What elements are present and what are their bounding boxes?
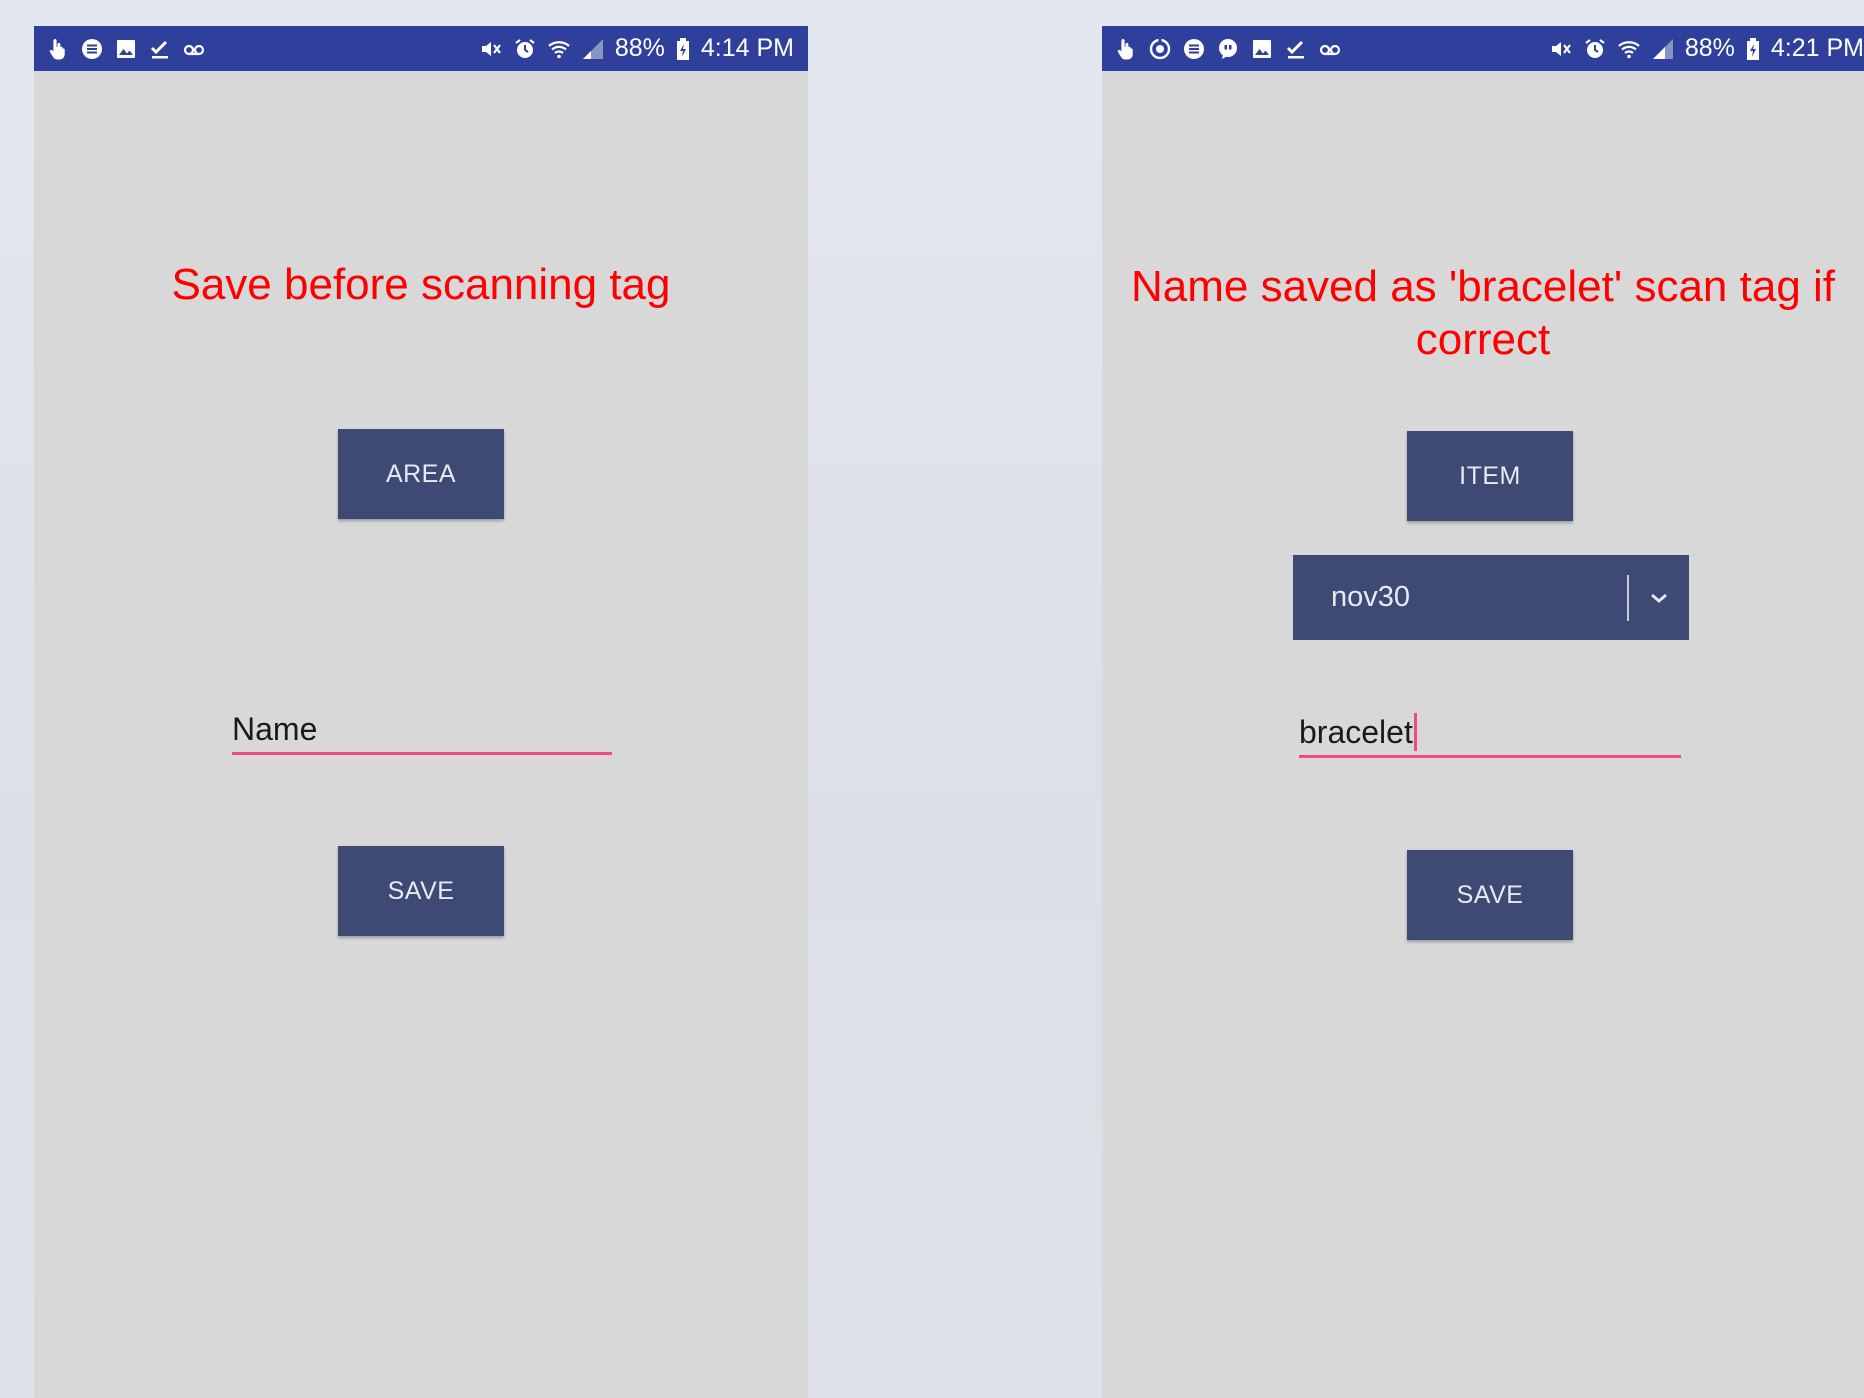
name-field-text: Name [232, 711, 318, 747]
wifi-icon [1617, 37, 1641, 61]
phone-screen-item: 88% 4:21 PM Name saved as 'bracelet' sca… [1102, 26, 1864, 1398]
sync-icon [1148, 37, 1172, 61]
signal-icon [1651, 37, 1675, 61]
save-button[interactable]: SAVE [338, 846, 504, 936]
battery-charging-icon [1745, 37, 1761, 61]
status-bar: 88% 4:21 PM [1102, 26, 1864, 71]
instruction-message: Save before scanning tag [171, 260, 671, 309]
clock: 4:14 PM [700, 34, 794, 62]
status-bar: 88% 4:14 PM [34, 26, 808, 71]
touch-hand-icon [1114, 37, 1138, 61]
item-button[interactable]: ITEM [1407, 431, 1573, 521]
name-field[interactable]: Name [232, 707, 612, 755]
checkmark-icon [148, 37, 172, 61]
clock: 4:21 PM [1770, 34, 1864, 62]
image-icon [114, 37, 138, 61]
save-button[interactable]: SAVE [1407, 850, 1573, 940]
chat-bubble-icon [1216, 37, 1240, 61]
notification-icons [1102, 37, 1342, 61]
touch-hand-icon [46, 37, 70, 61]
voicemail-icon [1318, 37, 1342, 61]
system-status: 88% 4:21 PM [1549, 34, 1864, 63]
message-icon [1182, 37, 1206, 61]
alarm-icon [1583, 37, 1607, 61]
battery-charging-icon [675, 37, 691, 61]
alarm-icon [513, 37, 537, 61]
battery-percent: 88% [1684, 34, 1735, 62]
mute-icon [1549, 37, 1573, 61]
dropdown-select[interactable]: nov30 [1293, 555, 1689, 640]
dropdown-selected-value: nov30 [1331, 581, 1411, 613]
signal-icon [581, 37, 605, 61]
text-cursor [1413, 713, 1417, 751]
wifi-icon [547, 37, 571, 61]
message-icon [80, 37, 104, 61]
system-status: 88% 4:14 PM [479, 34, 808, 63]
image-icon [1250, 37, 1274, 61]
checkmark-icon [1284, 37, 1308, 61]
voicemail-icon [182, 37, 206, 61]
chevron-down-icon[interactable] [1629, 555, 1689, 640]
name-field[interactable]: bracelet [1299, 710, 1681, 758]
name-field-text: bracelet [1299, 714, 1413, 750]
notification-icons [34, 37, 206, 61]
instruction-message: Name saved as 'bracelet' scan tag if cor… [1130, 262, 1836, 364]
battery-percent: 88% [614, 34, 665, 62]
area-button[interactable]: AREA [338, 429, 504, 519]
phone-screen-area: 88% 4:14 PM Save before scanning tag ARE… [34, 26, 808, 1398]
mute-icon [479, 37, 503, 61]
